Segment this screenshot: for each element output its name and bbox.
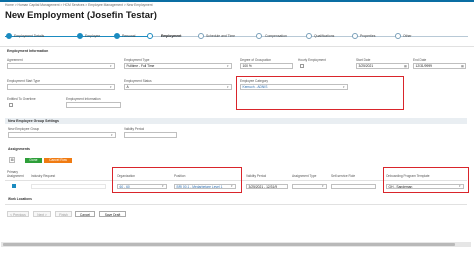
step-dot-compensation[interactable] [256,33,262,39]
hourly-label: Hourly Employment [298,58,326,62]
end-date-label: End Date [413,58,427,62]
employee-group-label: New Employee Group [8,127,40,131]
employment-type-label: Employment Type [124,58,150,62]
col-header-self-service: Self-service Role [331,174,356,178]
step-dot-schedule[interactable] [198,33,204,39]
work-locations-header[interactable]: Work Locations [8,197,32,201]
step-other[interactable]: Other [403,34,411,38]
start-date-calendar-icon[interactable]: ▦ [404,64,407,68]
page-title: New Employment (Josefin Testar) [5,10,157,21]
next-button[interactable]: Next > [33,211,51,217]
onboarding-template-input[interactable]: GH - Sandeman [386,183,464,189]
agreement-input[interactable] [7,63,115,69]
degree-input[interactable]: 100 % [240,63,293,69]
step-compensation[interactable]: Compensation [265,34,287,38]
validity-period-label: Validity Period [124,127,145,131]
group-settings-header [5,118,467,124]
step-employment-details[interactable]: Employment Details [14,34,44,38]
col-header-onboarding: Onboarding Program Template [386,174,430,178]
employment-type-select[interactable]: Fulltime - Full Time [124,63,232,69]
col-header-primary: Primary Assignment [7,170,24,178]
position-input[interactable]: BRI 00.1 - Medarbetare Level 1 [174,183,236,189]
section-title-group-settings: New Employee Group Settings [8,119,59,123]
step-dot-qualifications[interactable] [306,33,312,39]
organization-input[interactable]: 60 - 60 [117,183,167,189]
step-employment[interactable]: Employment [161,34,181,38]
start-date-label: Start Date [356,58,371,62]
organization-dropdown-icon[interactable]: ▾ [162,184,164,188]
start-type-dropdown-icon[interactable]: ▾ [110,85,112,89]
assignment-type-dropdown-icon[interactable]: ▾ [322,184,324,188]
start-date-input[interactable]: 3/25/2021 [356,63,409,69]
col-header-position: Position [174,174,186,178]
end-date-calendar-icon[interactable]: ▦ [461,64,464,68]
step-qualifications[interactable]: Qualifications [314,34,334,38]
step-dot-properties[interactable] [352,33,358,39]
step-properties[interactable]: Properties [360,34,375,38]
add-row-icon[interactable]: ⊞ [9,157,15,163]
employment-type-dropdown-icon[interactable]: ▾ [227,64,229,68]
employment-info-label: Employment Information [66,97,101,101]
col-header-organization: Organization [117,174,136,178]
entitled-overtime-checkbox[interactable] [9,103,13,107]
start-type-select[interactable] [7,84,115,90]
validity-input[interactable]: 3/25/2021 - 12/31/9 [246,183,288,189]
position-dropdown-icon[interactable]: ▾ [231,184,233,188]
industry-request-cell[interactable] [31,183,106,189]
step-dot-employee[interactable] [77,33,83,39]
step-dot-other[interactable] [395,33,401,39]
step-dot-employment[interactable] [147,33,153,39]
degree-label: Degree of Occupation [240,58,272,62]
divider [5,204,467,205]
agreement-dropdown-icon[interactable]: ▾ [110,64,112,68]
breadcrumb[interactable]: Home > Human Capital Management > HCM Se… [5,3,153,7]
hourly-checkbox[interactable] [300,64,304,68]
step-dot-personal[interactable] [114,33,120,39]
status-dropdown-icon[interactable]: ▾ [227,85,229,89]
status-label: Employment Status [124,79,152,83]
onboarding-dropdown-icon[interactable]: ▾ [459,184,461,188]
entitled-overtime-label: Entitled To Overtime [7,97,36,101]
finish-button[interactable]: Finish [55,211,72,217]
category-dropdown-icon[interactable]: ▾ [343,85,345,89]
top-accent-bar [0,0,474,2]
save-draft-button[interactable]: Save Draft [99,211,126,217]
status-select[interactable]: A [124,84,232,90]
done-button[interactable]: Done [25,157,42,163]
start-type-label: Employment Start Type [7,79,41,83]
validity-period-input[interactable] [124,132,177,138]
divider [0,46,474,47]
scrollbar-thumb[interactable] [3,243,455,246]
employee-group-dropdown-icon[interactable]: ▾ [111,133,113,137]
employment-info-input[interactable] [66,102,121,108]
step-dot-employment-details[interactable] [6,33,12,39]
step-personal[interactable]: Personal [122,34,135,38]
step-employee[interactable]: Employee [85,34,100,38]
previous-button[interactable]: < Previous [7,211,29,217]
primary-assignment-checkbox[interactable] [12,184,16,188]
agreement-label: Agreement [7,58,23,62]
section-title-employment-info: Employment Information [7,49,49,53]
employee-group-select[interactable] [8,132,116,138]
cancel-row-button[interactable]: Cancel Row [44,157,72,163]
step-schedule[interactable]: Schedule and Time [206,34,235,38]
cancel-button[interactable]: Cancel [75,211,95,217]
col-header-assignment-type: Assignment Type [292,174,317,178]
self-service-role-select[interactable] [331,183,376,189]
section-title-assignments: Assignments [8,147,30,151]
category-label: Employee Category [240,79,268,83]
col-header-industry: Industry Request [31,174,56,178]
category-input[interactable]: Kemuch - ADNIS [240,84,348,90]
col-header-validity: Validity Period [246,174,267,178]
end-date-input[interactable]: 12/31/9999 [413,63,466,69]
table-header-divider [5,180,467,181]
